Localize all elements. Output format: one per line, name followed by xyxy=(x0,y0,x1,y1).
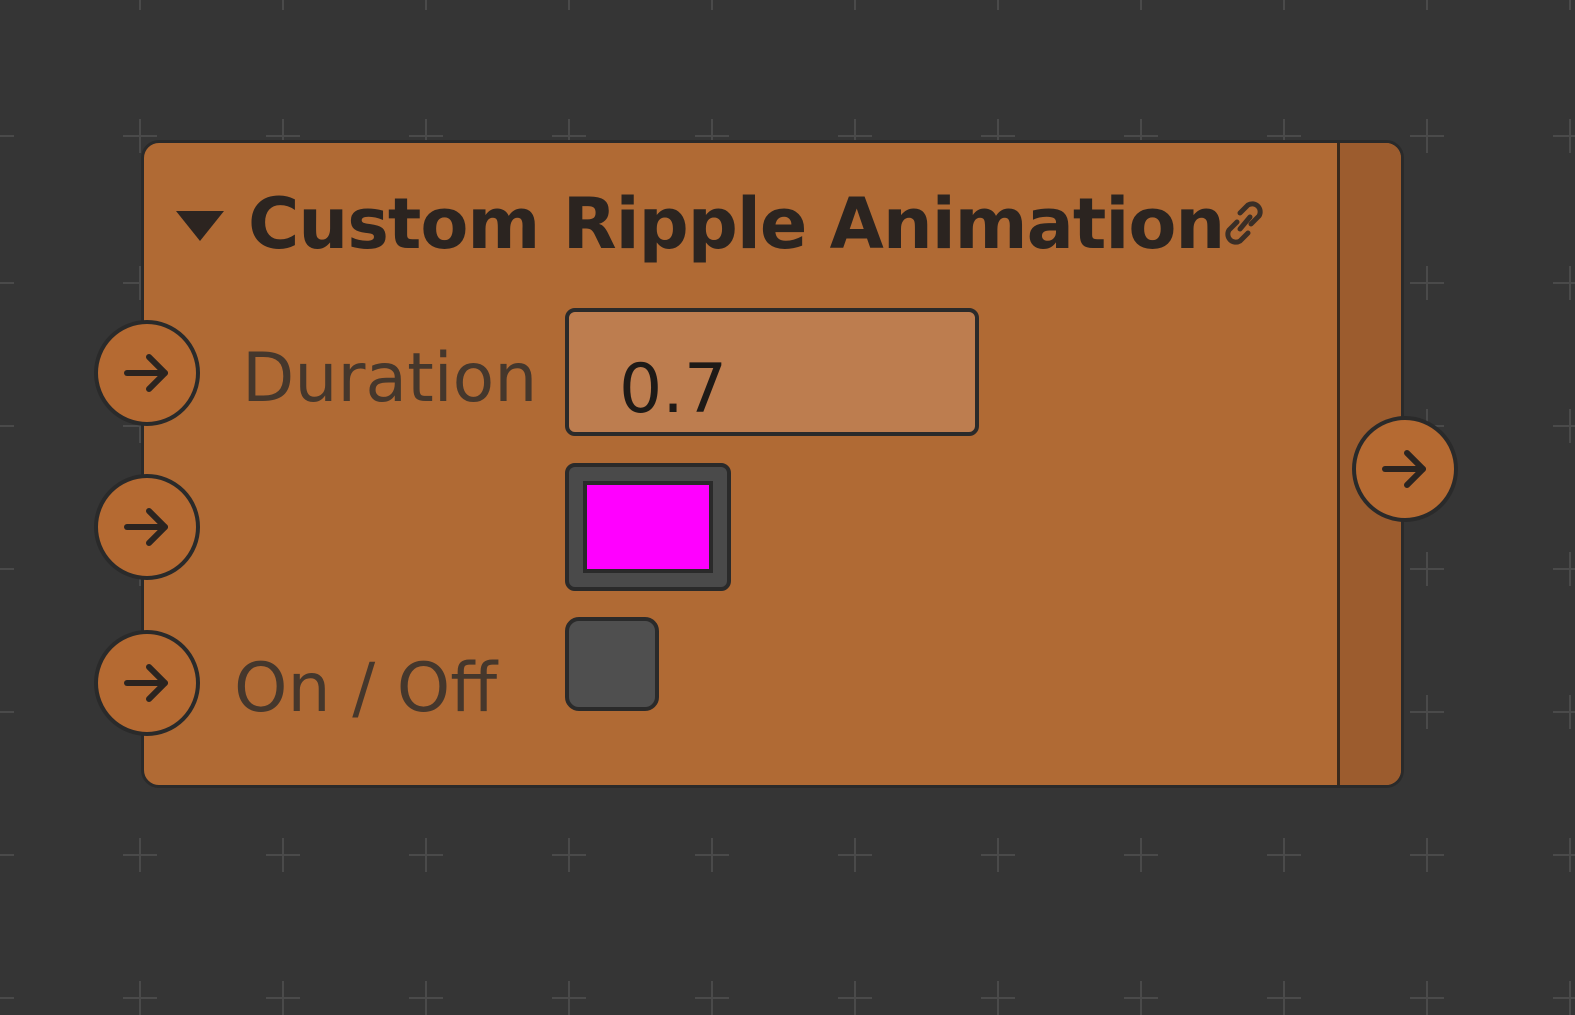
grid-cross xyxy=(695,981,729,1015)
grid-cross xyxy=(1553,695,1575,729)
grid-cross xyxy=(981,0,1015,10)
arrow-right-icon xyxy=(124,508,168,546)
duration-label: Duration xyxy=(242,339,538,418)
on-off-checkbox[interactable] xyxy=(565,617,659,711)
grid-cross xyxy=(838,0,872,10)
grid-cross xyxy=(266,838,300,872)
grid-cross xyxy=(1267,838,1301,872)
grid-cross xyxy=(838,838,872,872)
grid-cross xyxy=(1410,119,1444,153)
arrow-right-icon xyxy=(124,354,168,392)
arrow-right-icon xyxy=(124,664,168,702)
grid-cross xyxy=(1553,409,1575,443)
grid-cross xyxy=(266,981,300,1015)
grid-cross xyxy=(1410,838,1444,872)
collapse-toggle-icon[interactable] xyxy=(176,211,224,241)
grid-cross xyxy=(409,838,443,872)
grid-cross xyxy=(695,0,729,10)
grid-cross xyxy=(1410,695,1444,729)
grid-cross xyxy=(0,119,14,153)
grid-cross xyxy=(0,409,14,443)
grid-cross xyxy=(552,838,586,872)
grid-cross xyxy=(552,981,586,1015)
grid-cross xyxy=(0,266,14,300)
grid-cross xyxy=(123,0,157,10)
grid-cross xyxy=(409,0,443,10)
grid-cross xyxy=(1553,119,1575,153)
grid-cross xyxy=(409,981,443,1015)
grid-cross xyxy=(123,838,157,872)
node-custom-ripple-animation[interactable]: Custom Ripple Animation Duration On / Of… xyxy=(141,140,1404,788)
grid-cross xyxy=(1410,981,1444,1015)
grid-cross xyxy=(0,552,14,586)
grid-cross xyxy=(1267,981,1301,1015)
grid-cross xyxy=(1553,552,1575,586)
grid-cross xyxy=(123,981,157,1015)
grid-cross xyxy=(0,838,14,872)
grid-cross xyxy=(1124,981,1158,1015)
grid-cross xyxy=(1410,0,1444,10)
grid-cross xyxy=(1267,0,1301,10)
input-port-duration[interactable] xyxy=(94,320,200,426)
input-port-color[interactable] xyxy=(94,474,200,580)
grid-cross xyxy=(0,695,14,729)
grid-cross xyxy=(1553,838,1575,872)
grid-cross xyxy=(552,0,586,10)
on-off-label: On / Off xyxy=(234,649,498,728)
output-port[interactable] xyxy=(1352,416,1458,522)
grid-cross xyxy=(1124,838,1158,872)
node-title: Custom Ripple Animation xyxy=(248,183,1225,265)
input-port-on-off[interactable] xyxy=(94,630,200,736)
grid-cross xyxy=(1410,552,1444,586)
grid-cross xyxy=(1124,0,1158,10)
grid-cross xyxy=(981,981,1015,1015)
arrow-right-icon xyxy=(1382,450,1426,488)
grid-cross xyxy=(695,838,729,872)
link-icon[interactable] xyxy=(1216,195,1272,251)
grid-cross xyxy=(266,0,300,10)
grid-cross xyxy=(1410,266,1444,300)
grid-cross xyxy=(838,981,872,1015)
grid-cross xyxy=(0,981,14,1015)
grid-cross xyxy=(1553,0,1575,10)
grid-cross xyxy=(0,0,14,10)
grid-cross xyxy=(981,838,1015,872)
graph-canvas[interactable]: Custom Ripple Animation Duration On / Of… xyxy=(0,0,1575,1015)
grid-cross xyxy=(1553,981,1575,1015)
duration-input[interactable] xyxy=(565,308,979,436)
color-picker-swatch[interactable] xyxy=(565,463,731,591)
color-swatch-fill xyxy=(583,481,713,573)
grid-cross xyxy=(1553,266,1575,300)
